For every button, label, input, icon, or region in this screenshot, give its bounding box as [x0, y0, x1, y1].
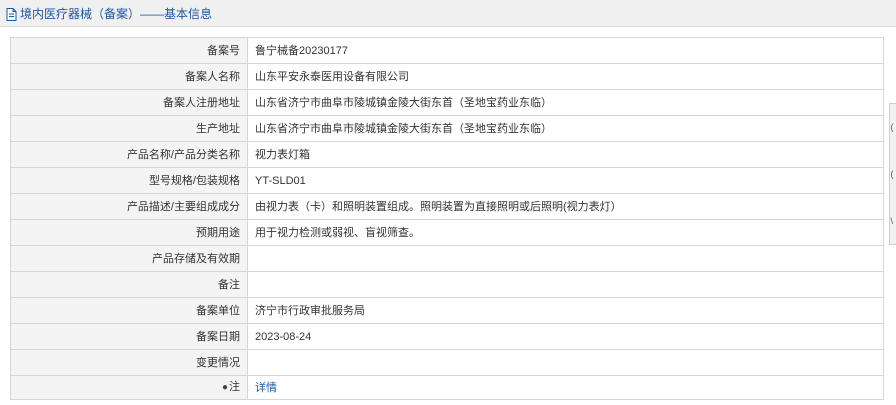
- page-header: 境内医疗器械（备案）——基本信息: [0, 0, 896, 27]
- field-value: 山东省济宁市曲阜市陵城镇金陵大街东首（圣地宝药业东临）: [247, 89, 884, 116]
- field-label: 型号规格/包装规格: [10, 167, 248, 194]
- table-row: 产品名称/产品分类名称 视力表灯箱: [10, 141, 884, 168]
- note-row: ●注 详情: [10, 375, 884, 400]
- table-row: 产品描述/主要组成成分 由视力表（卡）和照明装置组成。照明装置为直接照明或后照明…: [10, 193, 884, 220]
- field-label: 备案人注册地址: [10, 89, 248, 116]
- table-row: 备案日期 2023-08-24: [10, 323, 884, 350]
- page-title: 境内医疗器械（备案）——基本信息: [20, 6, 213, 21]
- field-value: [247, 245, 884, 272]
- side-tab-glyph: (: [890, 122, 894, 133]
- document-icon: [6, 7, 17, 21]
- field-value: YT-SLD01: [247, 167, 884, 194]
- field-label: 备案人名称: [10, 63, 248, 90]
- field-label: 产品存储及有效期: [10, 245, 248, 272]
- field-value: [247, 349, 884, 376]
- table-row: 型号规格/包装规格 YT-SLD01: [10, 167, 884, 194]
- field-value: [247, 271, 884, 298]
- side-tab-glyph: \: [890, 215, 894, 226]
- field-label: 备案单位: [10, 297, 248, 324]
- field-label: 产品描述/主要组成成分: [10, 193, 248, 220]
- table-row: 备案人注册地址 山东省济宁市曲阜市陵城镇金陵大街东首（圣地宝药业东临）: [10, 89, 884, 116]
- field-value: 2023-08-24: [247, 323, 884, 350]
- table-row: 备案号 鲁宁械备20230177: [10, 37, 884, 64]
- field-value: 山东省济宁市曲阜市陵城镇金陵大街东首（圣地宝药业东临）: [247, 115, 884, 142]
- field-label: 备案号: [10, 37, 248, 64]
- table-row: 预期用途 用于视力检测或弱视、盲视筛查。: [10, 219, 884, 246]
- field-label: 生产地址: [10, 115, 248, 142]
- field-value: 由视力表（卡）和照明装置组成。照明装置为直接照明或后照明(视力表灯）: [247, 193, 884, 220]
- note-label-cell: ●注: [10, 375, 248, 400]
- field-value: 视力表灯箱: [247, 141, 884, 168]
- field-label: 变更情况: [10, 349, 248, 376]
- record-detail-table: 备案号 鲁宁械备20230177 备案人名称 山东平安永泰医用设备有限公司 备案…: [10, 37, 884, 400]
- table-row: 备案人名称 山东平安永泰医用设备有限公司: [10, 63, 884, 90]
- side-tab-glyph: (: [890, 168, 894, 179]
- table-row: 生产地址 山东省济宁市曲阜市陵城镇金陵大街东首（圣地宝药业东临）: [10, 115, 884, 142]
- field-value: 用于视力检测或弱视、盲视筛查。: [247, 219, 884, 246]
- side-panel-tab[interactable]: ( ( \: [889, 103, 896, 245]
- table-row: 变更情况: [10, 349, 884, 376]
- field-label: 预期用途: [10, 219, 248, 246]
- field-value: 山东平安永泰医用设备有限公司: [247, 63, 884, 90]
- field-label: 备注: [10, 271, 248, 298]
- table-row: 备案单位 济宁市行政审批服务局: [10, 297, 884, 324]
- note-value-cell: 详情: [247, 375, 884, 400]
- field-value: 济宁市行政审批服务局: [247, 297, 884, 324]
- lightbulb-icon: ●: [221, 382, 228, 393]
- field-label: 备案日期: [10, 323, 248, 350]
- note-label: 注: [229, 381, 240, 393]
- table-row: 产品存储及有效期: [10, 245, 884, 272]
- table-row: 备注: [10, 271, 884, 298]
- field-label: 产品名称/产品分类名称: [10, 141, 248, 168]
- field-value: 鲁宁械备20230177: [247, 37, 884, 64]
- details-link[interactable]: 详情: [255, 382, 277, 394]
